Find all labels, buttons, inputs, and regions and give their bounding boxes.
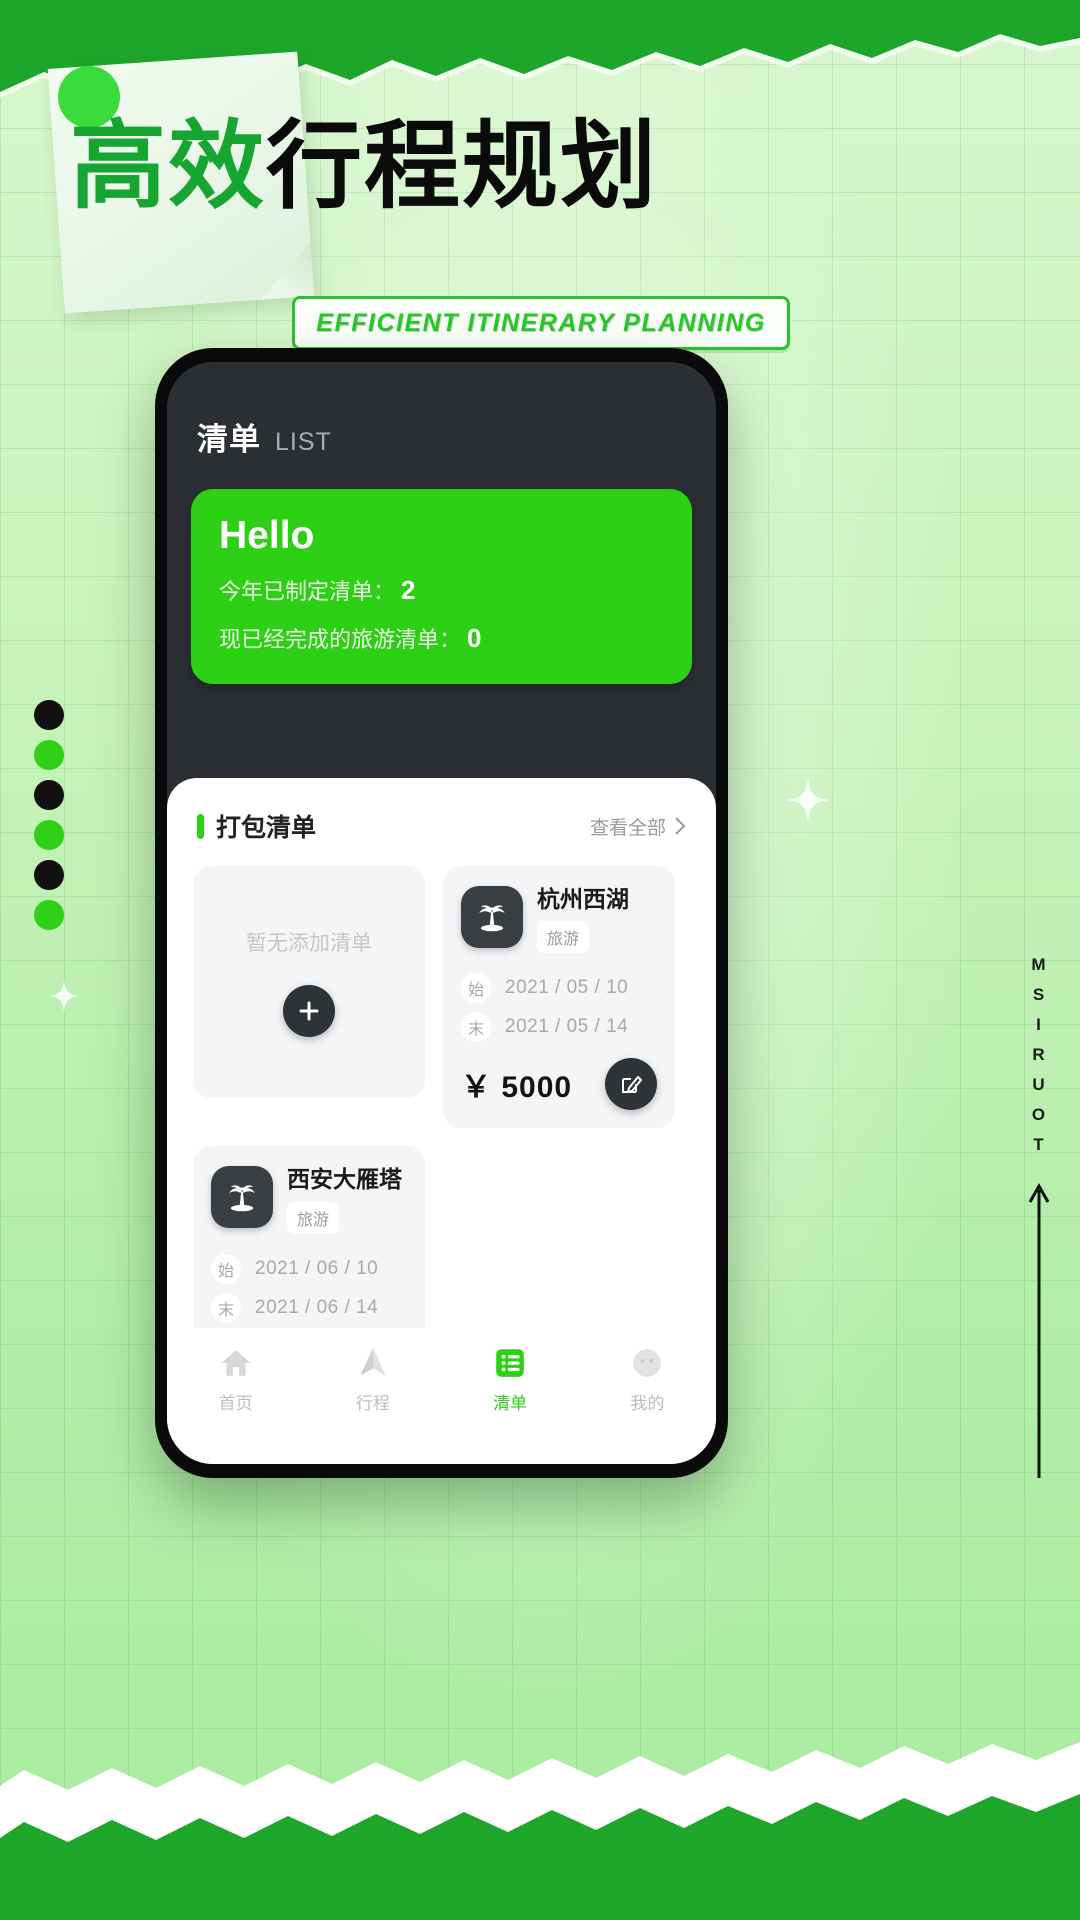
section-title-group: 打包清单 bbox=[197, 808, 316, 844]
trip-card-header: 西安大雁塔 旅游 bbox=[211, 1166, 407, 1234]
stat-row-created: 今年已制定清单： 2 bbox=[219, 574, 664, 606]
chevron-right-icon bbox=[675, 817, 686, 835]
stat-value-completed: 0 bbox=[467, 622, 482, 653]
trip-card-header: 杭州西湖 旅游 bbox=[461, 886, 657, 954]
navigation-icon bbox=[360, 1348, 386, 1376]
tab-label-itinerary: 行程 bbox=[355, 1394, 390, 1413]
list-icon bbox=[496, 1349, 524, 1377]
trip-end-row: 末 2021 / 06 / 14 bbox=[211, 1292, 407, 1323]
trip-start-key: 始 bbox=[461, 973, 491, 1004]
trip-price: ￥ 5000 bbox=[461, 1071, 573, 1105]
section-accent-bar bbox=[197, 813, 204, 839]
empty-state-text: 暂无添加清单 bbox=[246, 932, 372, 955]
trip-title-group: 西安大雁塔 旅游 bbox=[287, 1166, 402, 1234]
palm-tree-glyph bbox=[479, 905, 505, 932]
tab-list[interactable]: 清单 bbox=[442, 1346, 579, 1414]
app-header-title-en: LIST bbox=[275, 428, 332, 456]
greeting-text: Hello bbox=[219, 514, 315, 557]
see-all-label: 查看全部 bbox=[589, 817, 666, 839]
phone-mockup: 清单 LIST Hello 今年已制定清单： 2 现已经完成的旅游清单： 0 打… bbox=[155, 348, 728, 1478]
trip-start-row: 始 2021 / 05 / 10 bbox=[461, 973, 657, 1004]
up-arrow-icon bbox=[1028, 1182, 1050, 1478]
stat-label-completed: 现已经完成的旅游清单： bbox=[219, 626, 462, 652]
side-dot-column bbox=[34, 700, 64, 940]
see-all-button[interactable]: 查看全部 bbox=[590, 813, 686, 840]
add-list-button[interactable] bbox=[283, 985, 335, 1037]
trip-end-date: 2021 / 05 / 14 bbox=[505, 1016, 629, 1038]
trip-tag: 旅游 bbox=[287, 1201, 340, 1234]
palm-tree-glyph bbox=[229, 1185, 255, 1212]
tab-profile[interactable]: 我的 bbox=[579, 1346, 716, 1414]
palm-tree-icon bbox=[461, 886, 523, 948]
trip-end-row: 末 2021 / 05 / 14 bbox=[461, 1012, 657, 1043]
trip-end-key: 末 bbox=[211, 1292, 241, 1323]
add-list-card[interactable]: 暂无添加清单 bbox=[193, 866, 425, 1098]
stat-value-created: 2 bbox=[401, 574, 416, 605]
sparkle-icon bbox=[786, 778, 830, 822]
page-title-green: 高效 bbox=[70, 110, 266, 222]
tourism-letter: R bbox=[1032, 1045, 1046, 1064]
subtitle-text: EFFICIENT ITINERARY PLANNING bbox=[316, 308, 766, 337]
plus-icon bbox=[299, 1001, 319, 1021]
trip-start-date: 2021 / 05 / 10 bbox=[505, 977, 629, 999]
stat-row-completed: 现已经完成的旅游清单： 0 bbox=[219, 622, 664, 654]
content-sheet: 打包清单 查看全部 暂无添加清单 杭州西湖 旅游 始 2021 / 05 / 1… bbox=[167, 778, 716, 1464]
tourism-letter: T bbox=[1033, 1135, 1045, 1154]
tourism-letter: S bbox=[1032, 985, 1046, 1004]
sparkle-icon bbox=[48, 980, 80, 1012]
app-header-title: 清单 bbox=[197, 422, 261, 457]
side-dot bbox=[34, 700, 64, 730]
tab-itinerary[interactable]: 行程 bbox=[304, 1346, 441, 1414]
trip-end-key: 末 bbox=[461, 1012, 491, 1043]
side-dot bbox=[34, 820, 64, 850]
subtitle-banner: EFFICIENT ITINERARY PLANNING bbox=[292, 296, 790, 350]
phone-screen: 清单 LIST Hello 今年已制定清单： 2 现已经完成的旅游清单： 0 打… bbox=[167, 362, 716, 1464]
trip-tag: 旅游 bbox=[537, 921, 590, 954]
trip-start-date: 2021 / 06 / 10 bbox=[255, 1257, 379, 1279]
tourism-letter: I bbox=[1036, 1015, 1042, 1034]
tourism-letter: M bbox=[1031, 955, 1047, 974]
tab-home[interactable]: 首页 bbox=[167, 1346, 304, 1414]
tab-label-profile: 我的 bbox=[630, 1394, 665, 1413]
trip-name: 杭州西湖 bbox=[537, 886, 629, 912]
tourism-letter: O bbox=[1031, 1105, 1047, 1124]
side-dot bbox=[34, 780, 64, 810]
palm-tree-icon bbox=[211, 1166, 273, 1229]
side-dot bbox=[34, 740, 64, 770]
trip-end-date: 2021 / 06 / 14 bbox=[255, 1296, 379, 1318]
trip-card-footer: ￥ 5000 bbox=[461, 1058, 657, 1111]
section-title: 打包清单 bbox=[216, 814, 317, 842]
home-icon bbox=[220, 1350, 251, 1376]
trip-start-row: 始 2021 / 06 / 10 bbox=[211, 1253, 407, 1284]
bottom-tab-bar: 首页 行程 清单 我的 bbox=[167, 1328, 716, 1464]
trip-dates: 始 2021 / 05 / 10 末 2021 / 05 / 14 bbox=[461, 973, 657, 1043]
trip-title-group: 杭州西湖 旅游 bbox=[537, 886, 629, 954]
section-header: 打包清单 查看全部 bbox=[167, 778, 716, 844]
trip-card-grid: 暂无添加清单 杭州西湖 旅游 始 2021 / 05 / 10 末 2021 /… bbox=[167, 844, 716, 1409]
side-dot bbox=[34, 900, 64, 930]
tourism-letter: U bbox=[1032, 1075, 1046, 1094]
stat-label-created: 今年已制定清单： bbox=[219, 578, 396, 604]
trip-name: 西安大雁塔 bbox=[287, 1166, 402, 1193]
edit-icon bbox=[622, 1076, 642, 1094]
tab-label-home: 首页 bbox=[218, 1394, 253, 1413]
edit-trip-button[interactable] bbox=[605, 1058, 657, 1111]
trip-start-key: 始 bbox=[211, 1253, 241, 1284]
tab-label-list: 清单 bbox=[493, 1394, 528, 1413]
trip-dates: 始 2021 / 06 / 10 末 2021 / 06 / 14 bbox=[211, 1253, 407, 1323]
app-header: 清单 LIST bbox=[167, 362, 716, 465]
profile-icon bbox=[633, 1349, 662, 1377]
hello-summary-card: Hello 今年已制定清单： 2 现已经完成的旅游清单： 0 bbox=[191, 489, 692, 684]
tourism-vertical-label: M S I R U O T bbox=[1028, 950, 1050, 1478]
page-title: 高效行程规划 bbox=[70, 118, 658, 214]
trip-card[interactable]: 杭州西湖 旅游 始 2021 / 05 / 10 末 2021 / 05 / 1… bbox=[443, 866, 675, 1129]
side-dot bbox=[34, 860, 64, 890]
page-title-black: 行程规划 bbox=[266, 110, 658, 222]
